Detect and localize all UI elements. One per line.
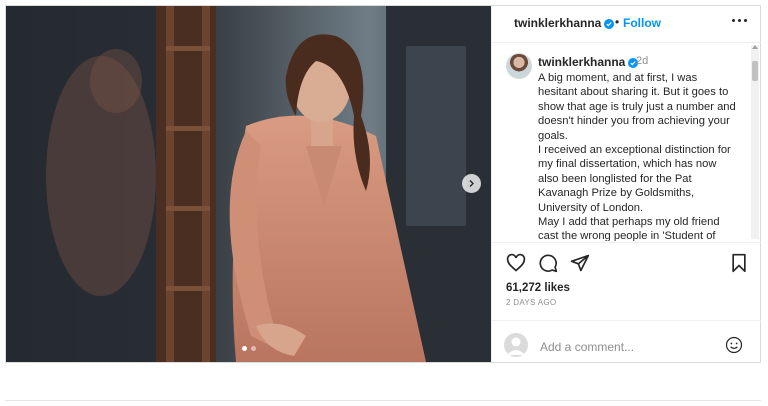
caption-username-text[interactable]: twinklerkhanna <box>538 55 625 69</box>
next-slide-button[interactable] <box>462 174 481 193</box>
post-header: twinklerkhanna • Follow <box>492 6 761 43</box>
caption-text: A big moment, and at first, I was hesita… <box>538 71 738 241</box>
default-avatar-icon <box>507 337 525 355</box>
portrait-photo <box>6 6 491 362</box>
post-date[interactable]: 2 DAYS AGO <box>506 298 556 307</box>
caption-paragraph: May I add that perhaps my old friend cas… <box>538 216 720 241</box>
emoji-icon[interactable] <box>725 336 743 354</box>
divider <box>5 400 761 401</box>
header-username[interactable]: twinklerkhanna <box>514 16 615 30</box>
post-image[interactable] <box>6 6 491 362</box>
action-bar <box>492 242 761 273</box>
save-icon[interactable] <box>730 253 748 273</box>
commenter-avatar <box>504 333 528 357</box>
follow-separator: • <box>615 15 620 29</box>
share-icon[interactable] <box>570 253 590 273</box>
comment-input[interactable]: Add a comment... <box>540 340 634 354</box>
comment-bar: Add a comment... <box>492 320 761 363</box>
comment-icon[interactable] <box>538 253 558 273</box>
carousel-dot-active <box>242 346 247 351</box>
carousel-dot <box>251 346 256 351</box>
caption-paragraph: I received an exceptional distinction fo… <box>538 144 731 214</box>
more-options-icon[interactable] <box>732 19 747 22</box>
next-arrow-icon <box>469 180 474 187</box>
header-username-text[interactable]: twinklerkhanna <box>514 16 601 30</box>
scrollbar-thumb[interactable] <box>752 61 758 81</box>
avatar[interactable] <box>506 53 532 79</box>
follow-button[interactable]: Follow <box>623 16 661 30</box>
verified-badge-icon <box>604 18 615 29</box>
scroll-up-arrow-icon[interactable] <box>752 45 758 49</box>
caption-username[interactable]: twinklerkhanna <box>538 55 639 69</box>
instagram-post: twinklerkhanna • Follow twinklerkhanna 2… <box>5 5 761 363</box>
caption-paragraph: A big moment, and at first, I was hesita… <box>538 72 736 142</box>
carousel-indicator <box>242 346 256 351</box>
post-sidebar: twinklerkhanna • Follow twinklerkhanna 2… <box>491 6 761 362</box>
post-time[interactable]: 2d <box>636 55 648 67</box>
caption-area: twinklerkhanna 2d A big moment, and at f… <box>492 43 761 241</box>
heart-icon[interactable] <box>506 253 526 273</box>
likes-count[interactable]: 61,272 likes <box>506 282 570 294</box>
